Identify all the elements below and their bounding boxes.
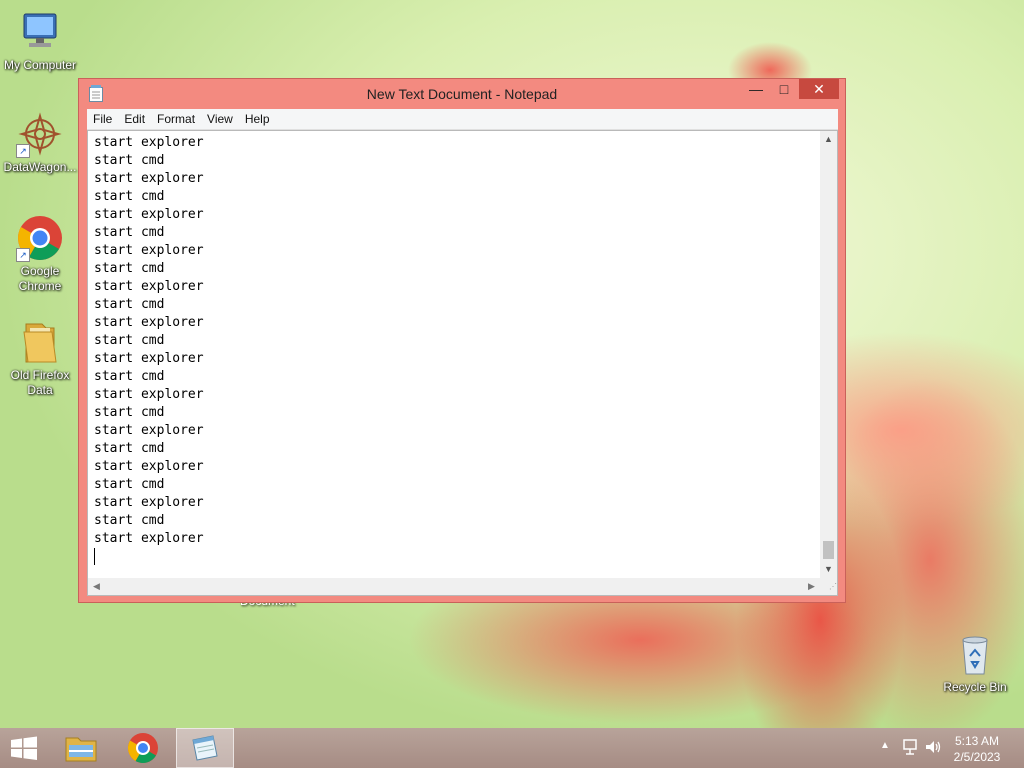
file-explorer-icon	[65, 737, 97, 762]
shortcut-arrow-icon: ↗	[16, 144, 30, 158]
folder-icon	[16, 318, 64, 366]
menu-help[interactable]: Help	[239, 109, 276, 129]
clock-date: 2/5/2023	[953, 750, 1001, 764]
window-title: New Text Document - Notepad	[366, 86, 558, 102]
close-button[interactable]: ✕	[799, 79, 839, 99]
desktop-icon-old-firefox-data[interactable]: Old Firefox Data	[0, 318, 80, 398]
minimize-button[interactable]: —	[743, 79, 769, 99]
desktop-icon-my-computer[interactable]: My Computer	[0, 8, 80, 73]
windows-logo-icon	[11, 736, 37, 760]
taskbar-notepad[interactable]	[176, 728, 234, 768]
text-caret	[94, 548, 95, 565]
clock-time: 5:13 AM	[954, 734, 1000, 748]
chrome-icon	[127, 733, 158, 764]
shortcut-arrow-icon: ↗	[16, 248, 30, 262]
system-tray: ▲ 5:13 AM 2/5/2023	[864, 728, 1024, 768]
menu-bar: File Edit Format View Help	[87, 109, 838, 130]
taskbar-google-chrome[interactable]	[118, 728, 168, 768]
volume-icon[interactable]	[924, 738, 942, 761]
desktop-icon-datawagon[interactable]: ↗ DataWagon...	[0, 110, 80, 175]
taskbar: ▲ 5:13 AM 2/5/2023	[0, 728, 1024, 768]
desktop-icon-label: DataWagon...	[3, 160, 77, 174]
text-content[interactable]: start explorer start cmd start explorer …	[94, 134, 817, 577]
scroll-down-icon[interactable]: ▼	[820, 561, 837, 578]
chrome-icon: ↗	[16, 214, 64, 262]
resize-grip-icon[interactable]: ⋰	[820, 578, 837, 595]
menu-view[interactable]: View	[201, 109, 239, 129]
desktop-icon-recycle-bin[interactable]: Recycle Bin	[935, 630, 1015, 695]
scroll-left-icon[interactable]: ◀	[88, 578, 105, 595]
scroll-up-icon[interactable]: ▲	[820, 131, 837, 148]
document-text: start explorer start cmd start explorer …	[94, 135, 204, 546]
notepad-icon	[192, 735, 218, 761]
scroll-right-icon[interactable]: ▶	[803, 578, 820, 595]
menu-format[interactable]: Format	[151, 109, 201, 129]
menu-edit[interactable]: Edit	[118, 109, 151, 129]
desktop-icon-label: Google Chrome	[18, 264, 62, 293]
horizontal-scrollbar[interactable]: ◀ ▶	[88, 578, 820, 595]
text-editor[interactable]: start explorer start cmd start explorer …	[87, 130, 838, 596]
desktop-icon-google-chrome[interactable]: ↗ Google Chrome	[0, 214, 80, 294]
datawagon-icon: ↗	[16, 110, 64, 158]
recycle-bin-icon	[951, 630, 999, 678]
maximize-button[interactable]: □	[771, 79, 797, 99]
network-icon[interactable]	[902, 738, 918, 761]
vertical-scroll-thumb[interactable]	[823, 541, 834, 559]
desktop-icon-label: Old Firefox Data	[10, 368, 70, 397]
desktop-icon-label: My Computer	[3, 58, 77, 72]
clock[interactable]: 5:13 AM 2/5/2023	[942, 733, 1012, 765]
taskbar-file-explorer[interactable]	[56, 728, 106, 768]
notepad-window[interactable]: New Text Document - Notepad — □ ✕ File E…	[78, 78, 846, 603]
start-button[interactable]	[0, 728, 48, 768]
computer-icon	[16, 8, 64, 56]
vertical-scrollbar[interactable]: ▲ ▼	[820, 131, 837, 578]
title-bar[interactable]: New Text Document - Notepad — □ ✕	[79, 79, 845, 109]
menu-file[interactable]: File	[87, 109, 118, 129]
desktop-icon-label: Recycle Bin	[943, 680, 1007, 694]
show-hidden-icons[interactable]: ▲	[880, 740, 890, 751]
